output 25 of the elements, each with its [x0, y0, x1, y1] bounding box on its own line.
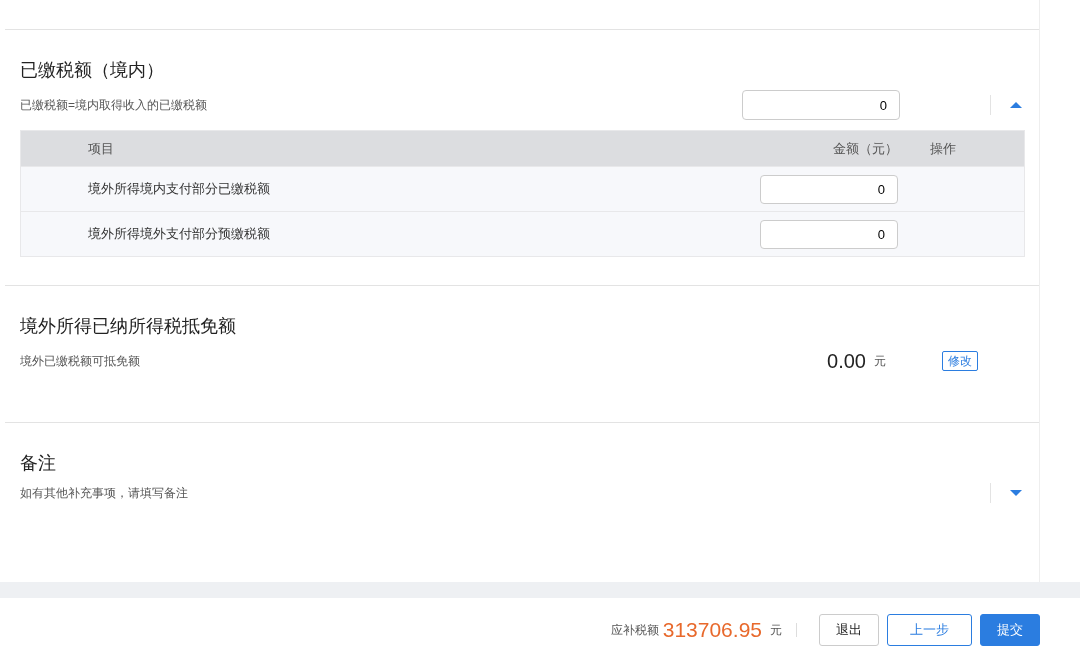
exit-button[interactable]: 退出: [819, 614, 879, 646]
table-cell-text: 境外所得境内支付部分已缴税额: [87, 180, 271, 199]
section-title: 已缴税额（境内）: [20, 59, 165, 82]
section-subtitle: 境外已缴税额可抵免额: [20, 353, 141, 370]
column-header: 操作: [929, 139, 957, 158]
edit-button[interactable]: 修改: [942, 351, 978, 371]
submit-button[interactable]: 提交: [980, 614, 1040, 646]
credit-amount: 0.00: [827, 349, 866, 374]
amount-input-field[interactable]: 0: [760, 219, 898, 249]
tax-due-amount: 313706.95: [662, 617, 762, 644]
currency-unit: 元: [874, 353, 886, 370]
amount-input-field[interactable]: 0: [760, 174, 898, 204]
column-header: 项目: [87, 139, 115, 158]
currency-unit: 元: [770, 622, 782, 639]
collapse-caret-icon[interactable]: [1009, 101, 1023, 109]
table-cell-text: 境外所得境外支付部分预缴税额: [87, 225, 271, 244]
section-title: 境外所得已纳所得税抵免额: [20, 315, 237, 338]
amount-input-field[interactable]: 0: [742, 90, 900, 120]
column-header: 金额（元）: [832, 139, 898, 158]
amount-label: 应补税额: [610, 622, 659, 639]
section-subtitle: 已缴税额=境内取得收入的已缴税额: [20, 97, 208, 114]
section-title: 备注: [20, 452, 57, 475]
section-subtitle: 如有其他补充事项，请填写备注: [20, 485, 189, 502]
previous-step-button[interactable]: 上一步: [887, 614, 972, 646]
expand-caret-icon[interactable]: [1009, 489, 1023, 497]
